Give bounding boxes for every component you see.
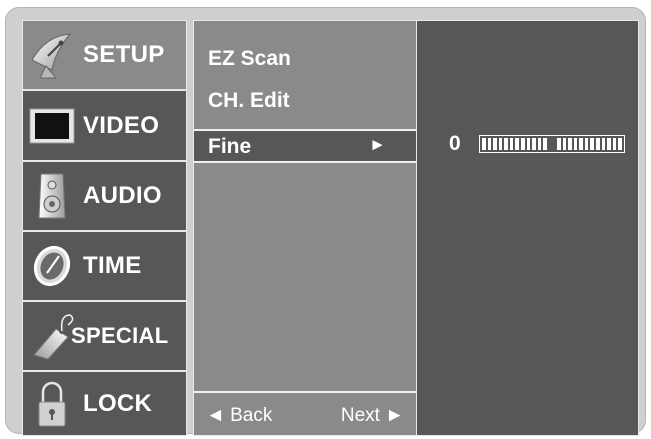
slider-tick [579,138,583,150]
menu-item-label: SPECIAL [71,323,169,348]
submenu-empty-area [194,163,416,393]
submenu-item-ez-scan[interactable]: EZ Scan [208,47,291,71]
padlock-icon [23,378,81,430]
menu-item-label: VIDEO [83,111,160,139]
slider-tick [595,138,600,150]
menu-item-label: AUDIO [83,182,162,209]
slider-tick [562,138,567,150]
menu-item-label: LOCK [83,389,153,417]
slider-tick [526,138,531,150]
slider-tick [590,138,594,150]
speaker-icon [23,170,81,222]
menu-item-special[interactable]: SPECIAL [23,302,186,372]
main-menu: SETUP VIDEO AUDIO TIME SPECIAL LOCK [22,20,187,436]
menu-item-label: TIME [83,252,142,279]
slider-tick [515,138,520,150]
slider-tick [537,138,542,150]
arrow-right-icon: ► [369,135,386,154]
slider-tick [504,138,508,150]
fine-value-readout: 0 [449,132,461,155]
slider-tick [532,138,536,150]
slider-tick [493,138,497,150]
slider-tick [556,138,561,150]
slider-tick [487,138,492,150]
clock-icon [23,240,81,292]
satellite-dish-icon [23,29,81,81]
slider-tick [521,138,525,150]
slider-tick [482,138,486,150]
monitor-icon [23,100,81,152]
submenu-item-fine[interactable]: Fine ► [194,129,416,163]
slider-tick [568,138,572,150]
next-button[interactable]: Next ► [341,405,404,427]
submenu-item-label: Fine [208,135,252,158]
menu-item-audio[interactable]: AUDIO [23,162,186,232]
navigation-footer: ◄ Back Next ► [194,393,416,435]
slider-tick [618,138,622,150]
menu-item-lock[interactable]: LOCK [23,372,186,435]
menu-item-setup[interactable]: SETUP [23,21,186,91]
fine-tuning-slider[interactable] [479,135,625,153]
osd-frame: SETUP VIDEO AUDIO TIME SPECIAL LOCK EZ S… [5,7,646,436]
setup-submenu: EZ Scan CH. Edit Fine ► ◄ Back Next ► [193,20,417,436]
slider-tick [573,138,578,150]
slider-tick [509,138,514,150]
slider-tick [584,138,589,150]
menu-item-video[interactable]: VIDEO [23,91,186,162]
slider-tick [543,138,547,150]
slider-center-marker [549,138,555,150]
slider-tick [601,138,606,150]
value-pane: 0 [417,20,639,436]
slider-tick [607,138,611,150]
submenu-item-ch-edit[interactable]: CH. Edit [208,89,290,113]
menu-item-label: SETUP [83,41,165,68]
menu-item-time[interactable]: TIME [23,232,186,302]
back-button[interactable]: ◄ Back [206,405,272,427]
slider-tick [498,138,503,150]
slider-tick [612,138,617,150]
